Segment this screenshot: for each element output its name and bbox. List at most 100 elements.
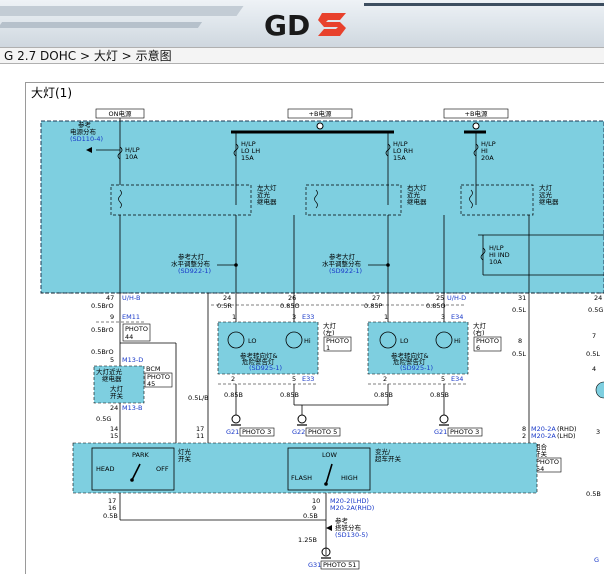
photo-number[interactable]: 1 <box>326 344 330 352</box>
photo-ref[interactable]: PHOTO 51 <box>323 561 356 569</box>
pin-number: 26 <box>288 294 296 302</box>
breadcrumb-item-headlamp[interactable]: 大灯 <box>94 48 118 65</box>
wire-color: 0.5L/B <box>188 394 209 402</box>
hi-beam-label: Hi <box>454 337 461 345</box>
power-label-on: ON电源 <box>109 109 132 118</box>
pin-number: 4 <box>592 365 596 373</box>
ground-code[interactable]: G21 <box>226 428 239 436</box>
panel-title: 大灯(1) <box>31 86 72 100</box>
wire-color: 0.5L <box>512 350 526 358</box>
ground-code[interactable]: G22 <box>292 428 305 436</box>
pin-number: 5 <box>441 375 445 383</box>
switch-off-label: OFF <box>156 465 169 473</box>
pin-number: 24 <box>110 404 118 412</box>
photo-number[interactable]: 44 <box>125 333 133 341</box>
ground-code[interactable]: G21 <box>434 428 447 436</box>
ref-code[interactable]: (SD925-1) <box>400 364 433 372</box>
pin-number: 3 <box>596 428 600 436</box>
wire-color: 0.5B <box>586 490 601 498</box>
photo-number[interactable]: 45 <box>147 380 155 388</box>
breadcrumb-item-schematic[interactable]: 示意图 <box>136 48 172 65</box>
ground-g31: G31 PHOTO 51 <box>308 547 360 570</box>
fuse-rating: 15A <box>241 154 254 162</box>
pin-number: 8 <box>518 337 522 345</box>
connector-code[interactable]: E34 <box>451 375 463 383</box>
pin-number: 11 <box>196 432 204 440</box>
ref-code[interactable]: (SD925-1) <box>249 364 282 372</box>
fuse-rating: 10A <box>125 153 138 161</box>
connector-code[interactable]: E33 <box>302 375 314 383</box>
switch-high-label: HIGH <box>341 474 358 482</box>
pin-number: 3 <box>292 313 296 321</box>
wire-color: 0.5B <box>103 512 118 520</box>
connector-code[interactable]: M13-B <box>122 404 142 412</box>
pin-number: 9 <box>312 504 316 512</box>
connector-code[interactable]: E34 <box>451 313 463 321</box>
bcm-title: BCM <box>146 365 161 373</box>
ground-g21-right: G21 PHOTO 3 <box>434 414 483 437</box>
wire-color: 0.85P <box>364 302 382 310</box>
switch-title: 开关 <box>178 454 192 463</box>
switch-park-label: PARK <box>132 451 149 459</box>
ground-g22: G22 PHOTO 5 <box>292 414 341 437</box>
ref-top-code[interactable]: (SD110-4) <box>70 135 103 143</box>
bus-terminal <box>316 122 324 130</box>
wire-color: 0.5BrO <box>91 326 114 334</box>
connector-code[interactable]: U/H-B <box>122 294 140 302</box>
pin-number: 5 <box>292 375 296 383</box>
pin-number: 2 <box>383 375 387 383</box>
photo-ref[interactable]: PHOTO 5 <box>308 428 337 436</box>
relay-label: 继电器 <box>407 197 427 206</box>
power-label-b2: +B电源 <box>465 109 488 118</box>
connector-code[interactable]: M13-D <box>122 356 143 364</box>
banner-stripe <box>0 6 244 16</box>
lo-beam-label: LO <box>400 337 409 345</box>
connector-code[interactable]: EM11 <box>122 313 140 321</box>
bcm-label: 开关 <box>110 391 124 400</box>
connector-code[interactable]: U/H-D <box>447 294 466 302</box>
ref-level-code[interactable]: (SD922-1) <box>329 267 362 275</box>
breadcrumb-separator: > <box>79 49 90 63</box>
ref-level-code[interactable]: (SD922-1) <box>178 267 211 275</box>
ref-code[interactable]: (SD130-5) <box>335 531 368 539</box>
wire-color: 0.85B <box>430 391 449 399</box>
photo-ref[interactable]: PHOTO 3 <box>450 428 479 436</box>
connector-code[interactable]: E33 <box>302 313 314 321</box>
banner-stripe <box>0 22 203 28</box>
ground-g21-left: G21 PHOTO 3 <box>226 414 275 437</box>
ground-code[interactable]: G <box>594 556 599 564</box>
banner-line <box>364 3 604 6</box>
pin-number: 27 <box>372 294 380 302</box>
fuse-rating: 10A <box>489 258 502 266</box>
headlamp-left: 1 3 E33 LO Hi 参考转向灯& 危险警告灯 (SD925-1) 大灯 … <box>217 313 352 399</box>
wire-color: 0.85O <box>280 302 300 310</box>
wire-color: 0.5G <box>96 415 111 423</box>
breadcrumb-item-engine[interactable]: G 2.7 DOHC <box>4 48 76 65</box>
wire-color: 0.5B <box>303 512 318 520</box>
relay-label: 继电器 <box>539 197 559 206</box>
photo-number[interactable]: 6 <box>476 344 480 352</box>
pin-number: 16 <box>108 504 116 512</box>
top-banner: GD <box>0 0 604 47</box>
wire-color: 0.5L <box>586 350 600 358</box>
photo-ref[interactable]: PHOTO <box>125 325 148 333</box>
bottom-connectors: 17 16 0.5B 10 9 M20-2(LHD) M20-2A(RHD) 0… <box>103 497 374 544</box>
pin-number: 31 <box>518 294 526 302</box>
bus-terminal <box>472 122 480 130</box>
connector-code[interactable]: M20-2A(RHD) <box>330 504 374 512</box>
wire-color: 0.5BrO <box>91 348 114 356</box>
em11-connector: 9 EM11 0.5BrO PHOTO 44 <box>91 313 151 342</box>
connector-code[interactable]: M20-2A <box>531 432 556 440</box>
gds-logo-letters: GD <box>264 9 310 39</box>
photo-ref[interactable]: PHOTO 3 <box>242 428 271 436</box>
wire-color: 1.25B <box>298 536 317 544</box>
breadcrumb: G 2.7 DOHC > 大灯 > 示意图 <box>0 47 604 64</box>
pin-number: 47 <box>106 294 114 302</box>
right-edge-fragments: 7 0.5L 4 3 0.5B G <box>586 332 604 564</box>
wire-color: 0.5G <box>588 306 603 314</box>
switch-flash-label: FLASH <box>291 474 312 482</box>
bcm-label: 继电器 <box>102 374 122 383</box>
pin-number: 1 <box>384 313 388 321</box>
pin-number: 24 <box>223 294 231 302</box>
ground-code[interactable]: G31 <box>308 561 321 569</box>
